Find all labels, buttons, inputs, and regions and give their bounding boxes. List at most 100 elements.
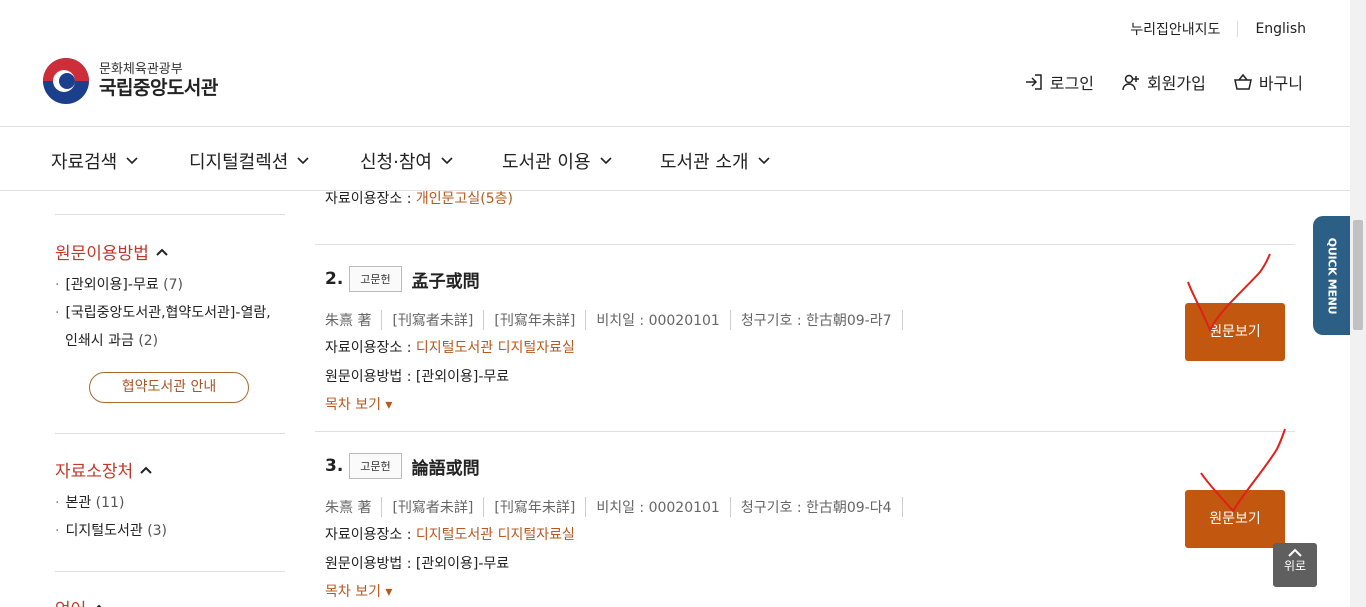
chevron-up-icon (156, 248, 168, 256)
meta-author: 朱熹 著 (325, 497, 383, 517)
facet-item-label: 본관 (65, 495, 92, 511)
result-method: 원문이용방법 : [관외이용]-무료 (325, 366, 509, 386)
utility-bar: 누리집안내지도 English (1130, 19, 1306, 39)
divider (55, 433, 285, 434)
chevron-down-icon (297, 157, 309, 165)
nav-label: 신청·참여 (360, 152, 432, 173)
login-label: 로그인 (1049, 74, 1094, 93)
facet-title-label: 자료소장처 (55, 462, 134, 482)
login-link[interactable]: 로그인 (1025, 70, 1094, 94)
nav-label: 디지털컬렉션 (189, 152, 289, 173)
cart-link[interactable]: 바구니 (1233, 70, 1303, 94)
result-title-row: 3. 고문헌 論語或問 (325, 453, 480, 479)
facet-item-count: (7) (163, 277, 184, 293)
facet-item[interactable]: · [국립중앙도서관,협약도서관]-열람, 인쇄시 과금 (2) (55, 299, 271, 355)
result-title[interactable]: 孟子或問 (412, 267, 480, 292)
nav-apply[interactable]: 신청·참여 (360, 148, 453, 174)
location-label: 자료이용장소 : (325, 340, 412, 356)
method-value: [관외이용]-무료 (415, 556, 510, 572)
toc-toggle[interactable]: 목차 보기 ▾ (325, 581, 392, 601)
quick-menu-tab[interactable]: QUICK MENU (1313, 216, 1350, 335)
divider (55, 571, 285, 572)
facet-item[interactable]: · [관외이용]-무료 (7) (55, 271, 183, 299)
nav-label: 도서관 이용 (502, 152, 591, 173)
chevron-down-icon (126, 157, 138, 165)
method-value: [관외이용]-무료 (415, 369, 510, 385)
nav-library-use[interactable]: 도서관 이용 (502, 148, 612, 174)
type-badge: 고문헌 (349, 266, 402, 292)
meta-author: 朱熹 著 (325, 310, 383, 330)
result-meta: 朱熹 著 [刊寫者未詳] [刊寫年未詳] 비치일 : 00020101 청구기호… (325, 310, 913, 330)
facet-item-count: (2) (138, 333, 159, 349)
facet-item-label: [관외이용]-무료 (65, 277, 159, 293)
logo-library-text: 국립중앙도서관 (99, 76, 218, 99)
facet-item-label: [국립중앙도서관,협약도서관]-열람, (65, 305, 271, 321)
meta-publisher: [刊寫者未詳] (392, 497, 485, 517)
result-number: 3. (325, 456, 344, 476)
site-logo[interactable]: 문화체육관광부 국립중앙도서관 (43, 58, 218, 104)
basket-icon (1233, 73, 1252, 90)
method-label: 원문이용방법 : (325, 369, 412, 385)
location-label: 자료이용장소 : (325, 527, 412, 543)
english-link[interactable]: English (1255, 21, 1306, 37)
view-original-button[interactable]: 원문보기 (1185, 490, 1285, 548)
nav-label: 도서관 소개 (660, 152, 749, 173)
user-plus-icon (1122, 74, 1139, 91)
facet-item-label-cont: 인쇄시 과금 (65, 333, 134, 349)
meta-call-number: 청구기호 : 한古朝09-다4 (741, 497, 903, 517)
logo-ministry-text: 문화체육관광부 (99, 61, 183, 77)
page-scrollbar[interactable] (1350, 0, 1366, 607)
meta-date: 비치일 : 00020101 (596, 310, 731, 330)
location-label: 자료이용장소 : (325, 191, 412, 207)
back-to-top-label: 위로 (1283, 559, 1307, 573)
main-navigation: 자료검색 디지털컬렉션 신청·참여 도서관 이용 도서관 소개 (0, 126, 1350, 191)
nav-about[interactable]: 도서관 소개 (660, 148, 770, 174)
chevron-up-icon (96, 604, 103, 607)
page: 누리집안내지도 English 문화체육관광부 국립중앙도서관 로그인 회원가입 (0, 0, 1366, 607)
nav-search[interactable]: 자료검색 (51, 148, 138, 174)
facet-item-count: (11) (95, 495, 125, 511)
join-label: 회원가입 (1146, 74, 1206, 93)
meta-publisher: [刊寫者未詳] (392, 310, 485, 330)
quick-menu-label: QUICK MENU (1325, 237, 1338, 314)
chevron-down-icon (599, 157, 612, 165)
back-to-top-button[interactable]: 위로 (1273, 543, 1317, 587)
facet-title-label: 원문이용방법 (55, 244, 149, 264)
toc-toggle[interactable]: 목차 보기 ▾ (325, 394, 392, 414)
nav-digital-collection[interactable]: 디지털컬렉션 (189, 148, 309, 174)
facet-title-location[interactable]: 자료소장처 (55, 457, 152, 482)
chevron-down-icon (757, 157, 770, 165)
partner-library-button[interactable]: 협약도서관 안내 (89, 372, 249, 403)
prev-location-line: 자료이용장소 : 개인문고실(5층) (325, 188, 513, 208)
facet-item[interactable]: · 본관 (11) (55, 489, 124, 517)
view-original-button[interactable]: 원문보기 (1185, 303, 1285, 361)
facet-title-method[interactable]: 원문이용방법 (55, 239, 168, 264)
user-menu: 로그인 회원가입 바구니 (997, 70, 1303, 94)
meta-year: [刊寫年未詳] (494, 497, 587, 517)
scrollbar-thumb[interactable] (1353, 220, 1363, 330)
meta-year: [刊寫年未詳] (494, 310, 587, 330)
result-title[interactable]: 論語或問 (412, 454, 480, 479)
method-label: 원문이용방법 : (325, 556, 412, 572)
chevron-up-icon (1288, 548, 1302, 557)
location-link[interactable]: 개인문고실(5층) (416, 191, 513, 207)
taegeuk-logo-icon (43, 58, 89, 104)
type-badge: 고문헌 (349, 453, 402, 479)
location-link[interactable]: 디지털도서관 디지털자료실 (416, 340, 575, 356)
chevron-down-icon (441, 157, 453, 165)
login-icon (1025, 74, 1042, 90)
facet-item-count: (3) (147, 523, 168, 539)
sitemap-link[interactable]: 누리집안내지도 (1130, 19, 1220, 39)
join-link[interactable]: 회원가입 (1122, 70, 1206, 94)
facet-title-language[interactable]: 언어 (55, 595, 105, 607)
divider (55, 214, 285, 215)
facet-item[interactable]: · 디지털도서관 (3) (55, 517, 167, 545)
result-location: 자료이용장소 : 디지털도서관 디지털자료실 (325, 524, 575, 544)
nav-label: 자료검색 (51, 152, 118, 173)
meta-date: 비치일 : 00020101 (596, 497, 731, 517)
divider (315, 431, 1295, 432)
result-number: 2. (325, 269, 344, 289)
result-title-row: 2. 고문헌 孟子或問 (325, 266, 480, 292)
result-method: 원문이용방법 : [관외이용]-무료 (325, 553, 509, 573)
location-link[interactable]: 디지털도서관 디지털자료실 (416, 527, 575, 543)
